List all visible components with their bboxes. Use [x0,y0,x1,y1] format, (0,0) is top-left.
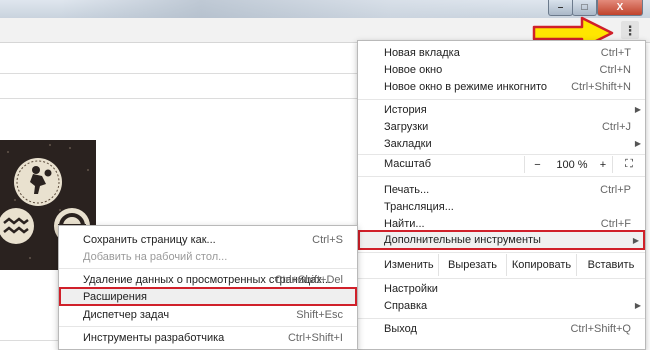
cut-button[interactable]: Вырезать [438,254,506,276]
menu-item-new-window[interactable]: Новое окно Ctrl+N [358,61,645,78]
submenu-item-label: Диспетчер задач [83,308,170,321]
menu-item-exit[interactable]: Выход Ctrl+Shift+Q [358,320,645,337]
submenu-item-shortcut: Ctrl+Shift+I [287,331,343,344]
menu-item-settings[interactable]: Настройки [358,280,645,297]
zoom-label: Масштаб [384,158,432,170]
menu-item-label: Справка [384,299,428,312]
submenu-item-label: Сохранить страницу как... [83,233,216,246]
chevron-right-icon: ▶ [634,139,641,148]
menu-item-label: Новое окно [384,63,443,76]
copy-button[interactable]: Копировать [506,254,576,276]
page-divider [0,340,58,341]
menu-separator [59,326,357,327]
more-vert-icon: ⋮ [623,22,637,38]
submenu-item-shortcut: Ctrl+Shift+Del [274,273,343,286]
menu-item-print[interactable]: Печать... Ctrl+P [358,181,645,198]
menu-item-cast[interactable]: Трансляция... [358,198,645,215]
submenu-item-shortcut: Shift+Esc [296,308,343,321]
paste-button[interactable]: Вставить [576,254,645,276]
submenu-item-add-to-desktop: Добавить на рабочий стол... [59,248,357,265]
chrome-main-menu: Новая вкладка Ctrl+T Новое окно Ctrl+N Н… [357,40,646,350]
edit-label: Изменить [384,259,434,271]
menu-item-shortcut: Ctrl+T [600,46,631,59]
menu-item-label: Печать... [384,183,430,196]
zoom-out-button[interactable]: − [524,156,550,173]
menu-item-downloads[interactable]: Загрузки Ctrl+J [358,118,645,135]
menu-item-label: Найти... [384,217,425,230]
page-divider [0,73,360,74]
page-divider [0,98,360,99]
submenu-item-label: Расширения [83,290,147,303]
menu-item-zoom: Масштаб − 100 % + ⛶ [358,156,645,173]
titlebar-tabs-blurred [60,0,530,18]
chrome-menu-button[interactable]: ⋮ [621,21,639,39]
submenu-item-extensions[interactable]: Расширения [59,287,357,306]
submenu-item-shortcut: Ctrl+S [312,233,343,246]
submenu-item-task-manager[interactable]: Диспетчер задач Shift+Esc [59,306,357,323]
menu-separator [358,99,645,100]
zoom-in-button[interactable]: + [594,156,612,173]
minimize-button[interactable]: – [548,0,573,16]
menu-item-history[interactable]: История ▶ [358,101,645,118]
menu-item-label: Трансляция... [384,200,454,213]
fullscreen-icon: ⛶ [625,158,633,170]
menu-item-shortcut: Ctrl+J [601,120,631,133]
menu-item-label: Настройки [384,282,438,295]
menu-item-incognito[interactable]: Новое окно в режиме инкогнито Ctrl+Shift… [358,78,645,95]
zoom-value: 100 % [556,158,588,171]
chevron-right-icon: ▶ [634,301,641,310]
menu-item-shortcut: Ctrl+P [600,183,631,196]
menu-item-label: Новое окно в режиме инкогнито [384,80,548,93]
menu-separator [358,278,645,279]
close-window-button[interactable]: X [597,0,643,16]
menu-item-shortcut: Ctrl+F [600,217,631,230]
fullscreen-button[interactable]: ⛶ [612,156,645,173]
menu-item-label: Выход [384,322,417,335]
menu-separator [59,268,357,269]
menu-item-label: Дополнительные инструменты [384,234,541,246]
menu-item-label: История [384,103,427,116]
submenu-item-label: Добавить на рабочий стол... [83,250,228,263]
chevron-right-icon: ▶ [632,235,639,245]
submenu-item-label: Инструменты разработчика [83,331,225,344]
menu-item-label: Загрузки [384,120,429,133]
menu-item-help[interactable]: Справка ▶ [358,297,645,314]
menu-item-new-tab[interactable]: Новая вкладка Ctrl+T [358,44,645,61]
maximize-button[interactable]: □ [572,0,597,16]
more-tools-submenu: Сохранить страницу как... Ctrl+S Добавит… [58,225,358,350]
menu-separator [358,318,645,319]
menu-separator [358,154,645,155]
submenu-item-dev-tools[interactable]: Инструменты разработчика Ctrl+Shift+I [59,329,357,346]
menu-item-label: Закладки [384,137,432,150]
menu-item-bookmarks[interactable]: Закладки ▶ [358,135,645,152]
menu-item-edit: Изменить Вырезать Копировать Вставить [358,254,645,276]
submenu-item-clear-data[interactable]: Удаление данных о просмотренных страница… [59,271,357,288]
chevron-right-icon: ▶ [634,105,641,114]
menu-separator [358,176,645,177]
menu-item-label: Новая вкладка [384,46,460,59]
menu-item-shortcut: Ctrl+Shift+Q [570,322,631,335]
menu-item-more-tools[interactable]: Дополнительные инструменты ▶ [358,230,645,250]
submenu-item-save-page[interactable]: Сохранить страницу как... Ctrl+S [59,231,357,248]
menu-separator [358,252,645,253]
menu-item-shortcut: Ctrl+Shift+N [571,80,631,93]
menu-item-shortcut: Ctrl+N [599,63,631,76]
